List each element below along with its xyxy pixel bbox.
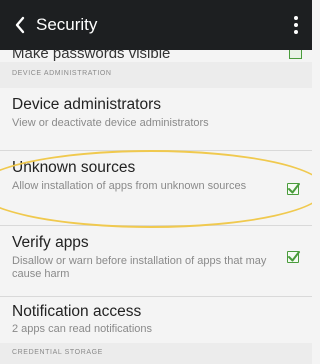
section-header-label: CREDENTIAL STORAGE: [12, 349, 103, 356]
verify-apps-row[interactable]: Verify apps Disallow or warn before inst…: [0, 226, 312, 296]
device-administrators-row[interactable]: Device administrators View or deactivate…: [0, 88, 312, 150]
section-header-label: DEVICE ADMINISTRATION: [12, 70, 112, 77]
section-header-credential-storage: CREDENTIAL STORAGE: [0, 343, 312, 364]
notification-access-row[interactable]: Notification access 2 apps can read noti…: [0, 297, 312, 343]
overflow-menu-button[interactable]: [286, 10, 306, 40]
section-header-device-administration: DEVICE ADMINISTRATION: [0, 62, 312, 88]
verify-apps-summary: Disallow or warn before installation of …: [12, 255, 267, 280]
verify-apps-checkbox[interactable]: [287, 251, 300, 263]
unknown-sources-title: Unknown sources: [12, 159, 136, 176]
overflow-menu-icon: [294, 16, 298, 34]
back-button[interactable]: [6, 10, 34, 40]
security-settings-screen: Security Make passwords visible DEVICE A…: [0, 0, 312, 364]
app-bar: Security: [0, 0, 312, 50]
checkmark-icon: [288, 251, 300, 262]
checkmark-icon: [288, 183, 300, 194]
notification-access-title: Notification access: [12, 303, 142, 320]
device-administrators-summary: View or deactivate device administrators: [12, 117, 209, 129]
back-chevron-icon: [15, 16, 25, 34]
verify-apps-title: Verify apps: [12, 234, 89, 251]
notification-access-summary: 2 apps can read notifications: [12, 323, 153, 335]
unknown-sources-summary: Allow installation of apps from unknown …: [12, 180, 247, 192]
unknown-sources-checkbox[interactable]: [287, 183, 300, 195]
device-administrators-title: Device administrators: [12, 96, 162, 113]
page-title: Security: [36, 15, 98, 34]
unknown-sources-row[interactable]: Unknown sources Allow installation of ap…: [0, 151, 312, 225]
